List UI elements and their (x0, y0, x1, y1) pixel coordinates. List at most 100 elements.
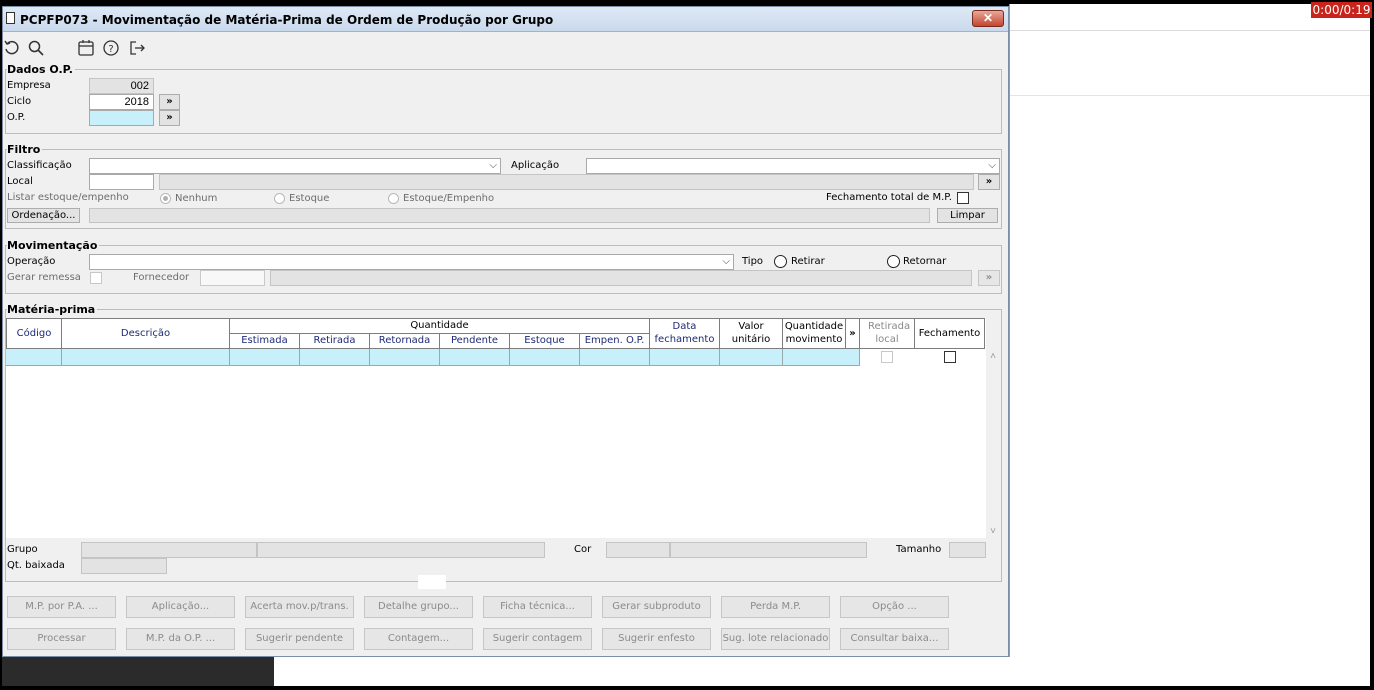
row-cell-divider (61, 349, 62, 366)
row-cell-divider (649, 349, 650, 366)
movimentacao-title: Movimentação (7, 239, 100, 252)
radio-estoque[interactable] (274, 193, 285, 204)
row-cell-divider (299, 349, 300, 366)
operacao-label: Operação (7, 256, 56, 267)
materia-prima-title: Matéria-prima (7, 303, 98, 316)
ciclo-field[interactable]: 2018 (89, 94, 154, 110)
consultar-baixa-button[interactable]: Consultar baixa... (840, 628, 949, 650)
gerar-subproduto-button[interactable]: Gerar subproduto (602, 596, 711, 618)
empresa-field: 002 (89, 78, 154, 94)
mp-da-op-button[interactable]: M.P. da O.P. ... (126, 628, 235, 650)
column-header-valor-unitario[interactable]: Valor unitário (719, 318, 783, 349)
column-header-estoque[interactable]: Estoque (509, 333, 580, 349)
radio-estoque-empenho[interactable] (388, 193, 399, 204)
op-lookup-button[interactable]: » (159, 110, 180, 126)
calendar-icon[interactable] (77, 39, 95, 57)
scroll-up-arrow[interactable]: ˄ (987, 351, 999, 363)
row-cell-divider (439, 349, 440, 366)
background-divider (1010, 30, 1370, 31)
retirada-local-checkbox[interactable] (881, 351, 893, 363)
grupo-code-field (81, 542, 257, 558)
timer-badge: 0:00/0:19 (1311, 2, 1372, 18)
ciclo-lookup-button[interactable]: » (159, 94, 180, 110)
mp-por-pa-button[interactable]: M.P. por P.A. ... (7, 596, 116, 618)
column-header-retirada-local[interactable]: Retirada local (859, 318, 915, 349)
chevron-down-icon: ⌵ (722, 256, 730, 267)
fornecedor-description-field (270, 270, 972, 286)
ordenacao-button[interactable]: Ordenação... (7, 208, 80, 223)
cor-description-field (670, 542, 867, 558)
operacao-select[interactable]: ⌵ (89, 254, 734, 270)
main-window: PCPFP073 - Movimentação de Matéria-Prima… (2, 6, 1009, 657)
fornecedor-lookup-button[interactable]: » (978, 270, 1000, 286)
cor-code-field (606, 542, 670, 558)
empresa-label: Empresa (7, 80, 51, 91)
dados-op-title: Dados O.P. (7, 63, 75, 76)
column-header-empen-op[interactable]: Empen. O.P. (579, 333, 650, 349)
search-icon[interactable] (27, 39, 45, 57)
local-description-field (159, 174, 974, 190)
classificacao-select[interactable]: ⌵ (89, 158, 501, 174)
gerar-remessa-label: Gerar remessa (7, 272, 81, 283)
sugerir-pendente-button[interactable]: Sugerir pendente (245, 628, 354, 650)
local-field[interactable] (89, 174, 154, 190)
local-lookup-button[interactable]: » (978, 174, 1000, 190)
table-row[interactable] (6, 349, 860, 366)
grupo-label: Grupo (7, 544, 38, 555)
chevron-down-icon: ⌵ (489, 160, 497, 171)
dados-op-group (5, 69, 1002, 134)
column-header-data-fechamento[interactable]: Data fechamento (649, 318, 720, 349)
processar-button[interactable]: Processar (7, 628, 116, 650)
radio-retornar-label: Retornar (903, 256, 947, 267)
background-window-bottom (274, 657, 1010, 686)
sugerir-enfesto-button[interactable]: Sugerir enfesto (602, 628, 711, 650)
limpar-button[interactable]: Limpar (937, 208, 998, 223)
tamanho-field (949, 542, 986, 558)
column-header-quantidade-movimento[interactable]: Quantidade movimento (782, 318, 846, 349)
columns-more-button[interactable]: » (845, 318, 860, 349)
aplicacao-button[interactable]: Aplicação... (126, 596, 235, 618)
column-header-pendente[interactable]: Pendente (439, 333, 510, 349)
scroll-down-arrow[interactable]: ˅ (987, 526, 999, 538)
fechamento-checkbox[interactable] (944, 351, 956, 363)
opcao-button[interactable]: Opção ... (840, 596, 949, 618)
help-icon[interactable]: ? (102, 39, 120, 57)
tooltip-remnant (418, 575, 446, 589)
refresh-icon[interactable] (3, 39, 21, 57)
row-cell-divider (782, 349, 783, 366)
cor-label: Cor (574, 544, 592, 555)
background-divider (1010, 95, 1370, 96)
close-button[interactable]: ✕ (972, 10, 1004, 27)
column-header-retirada[interactable]: Retirada (299, 333, 370, 349)
title-bar[interactable]: PCPFP073 - Movimentação de Matéria-Prima… (3, 7, 1008, 32)
fornecedor-field[interactable] (200, 270, 265, 286)
gerar-remessa-checkbox[interactable] (90, 272, 102, 284)
column-header-codigo[interactable]: Código (6, 318, 62, 349)
radio-nenhum[interactable] (160, 193, 171, 204)
sug-lote-relacionado-button[interactable]: Sug. lote relacionado (721, 628, 830, 650)
exit-icon[interactable] (128, 39, 146, 57)
detalhe-grupo-button[interactable]: Detalhe grupo... (364, 596, 473, 618)
column-header-retornada[interactable]: Retornada (369, 333, 440, 349)
radio-retirar[interactable] (774, 255, 787, 268)
aplicacao-select[interactable]: ⌵ (586, 158, 1000, 174)
taskbar-area (2, 657, 274, 686)
column-header-descricao[interactable]: Descrição (61, 318, 230, 349)
document-icon (6, 12, 15, 24)
window-title: PCPFP073 - Movimentação de Matéria-Prima… (20, 13, 554, 27)
chevron-down-icon: ⌵ (988, 160, 996, 171)
row-cell-divider (369, 349, 370, 366)
fechamento-total-checkbox[interactable] (957, 192, 969, 204)
sugerir-contagem-button[interactable]: Sugerir contagem (483, 628, 592, 650)
acerta-mov-button[interactable]: Acerta mov.p/trans. (245, 596, 354, 618)
ficha-tecnica-button[interactable]: Ficha técnica... (483, 596, 592, 618)
fechamento-total-label: Fechamento total de M.P. (826, 192, 952, 203)
contagem-button[interactable]: Contagem... (364, 628, 473, 650)
column-header-fechamento[interactable]: Fechamento (914, 318, 985, 349)
perda-mp-button[interactable]: Perda M.P. (721, 596, 830, 618)
radio-retornar[interactable] (887, 255, 900, 268)
qt-baixada-field (81, 558, 167, 574)
classificacao-label: Classificação (7, 160, 72, 171)
op-field[interactable] (89, 110, 154, 126)
column-header-estimada[interactable]: Estimada (229, 333, 300, 349)
